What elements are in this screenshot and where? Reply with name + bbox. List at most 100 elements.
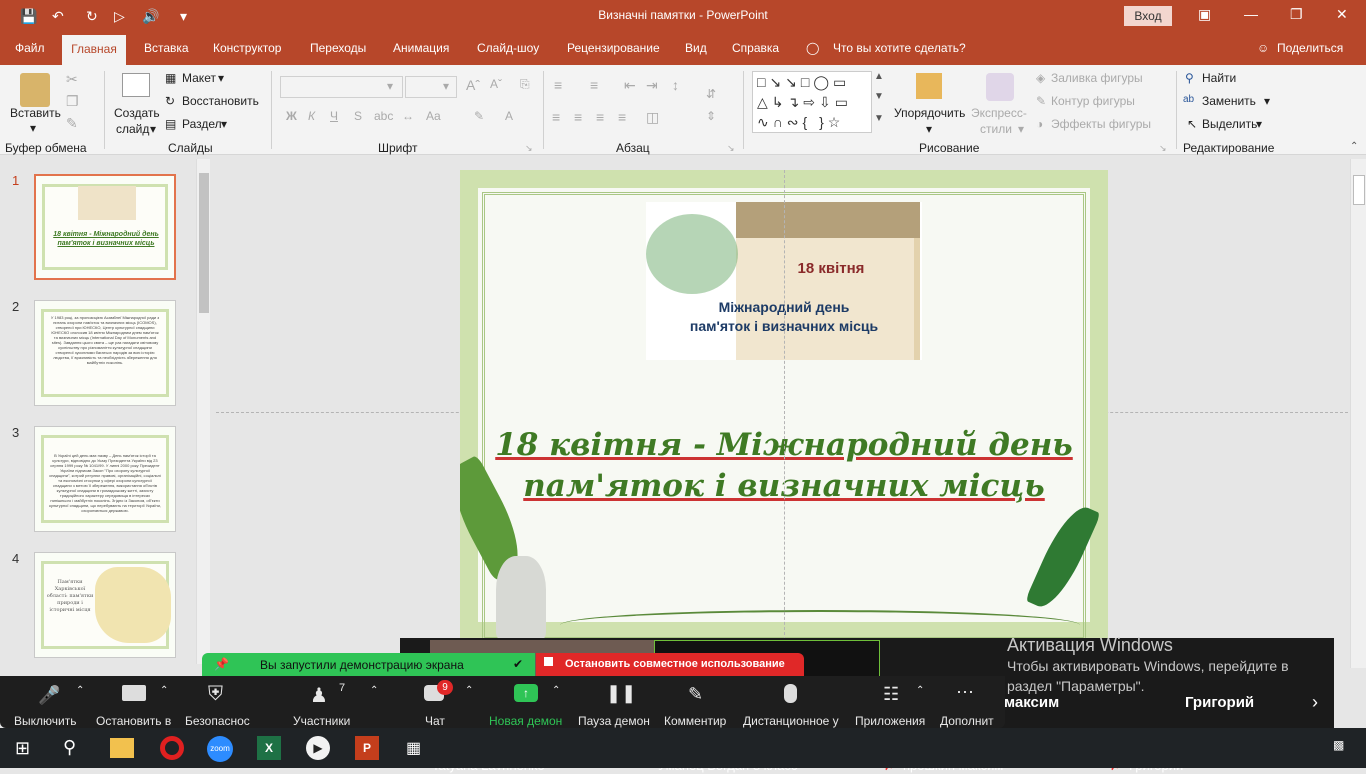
chat-options-icon[interactable]: ⌃ [465, 685, 473, 696]
change-case-button[interactable]: Aa [426, 109, 441, 123]
paragraph-dialog-launcher-icon[interactable]: ↘ [727, 143, 735, 154]
bold-button[interactable]: Ж [286, 109, 297, 123]
apps-button[interactable]: Приложения [855, 714, 925, 728]
new-slide-icon[interactable] [122, 73, 150, 97]
file-explorer-icon[interactable] [110, 738, 134, 758]
new-share-button[interactable]: Новая демон [489, 714, 562, 728]
underline-button[interactable]: Ч [330, 109, 338, 123]
shape-fill-button[interactable]: Заливка фигуры [1051, 71, 1143, 85]
gallery-down-icon[interactable]: ▼ [874, 91, 884, 102]
highlight-icon[interactable]: ✎ [474, 109, 484, 123]
tab-design[interactable]: Конструктор [213, 41, 281, 55]
shadow-button[interactable]: S [354, 109, 362, 123]
font-name-dropdown-icon[interactable]: ▾ [387, 79, 393, 93]
stop-video-button[interactable]: Остановить в [96, 714, 171, 728]
minimize-icon[interactable]: — [1244, 6, 1258, 22]
slide-thumbnail[interactable]: 18 квітня - Міжнародний день пам'яток і … [34, 174, 176, 280]
opera-icon[interactable] [160, 736, 184, 760]
camera-icon[interactable] [122, 685, 146, 701]
select-dropdown-icon[interactable]: ▾ [1256, 117, 1262, 131]
arrange-dropdown-icon[interactable]: ▾ [926, 122, 932, 136]
clear-format-icon[interactable]: ⎘ [520, 77, 530, 92]
tab-home[interactable]: Главная [62, 35, 126, 65]
close-icon[interactable]: ✕ [1336, 6, 1348, 23]
section-button[interactable]: Раздел [182, 117, 222, 131]
zoom-app-icon[interactable]: zoom [207, 736, 233, 762]
excel-icon[interactable]: X [257, 736, 281, 760]
shapes-gallery[interactable]: □↘↘□◯▭ △↳↴⇨⇩▭ ∿∩∾{ }☆ [752, 71, 872, 133]
mouse-icon[interactable] [784, 684, 797, 703]
tab-file[interactable]: Файл [15, 41, 45, 55]
tab-help[interactable]: Справка [732, 41, 779, 55]
more-icon[interactable]: ⋯ [956, 682, 974, 703]
increase-indent-icon[interactable]: ⇥ [646, 77, 658, 94]
quick-styles-button[interactable]: Экспресс- [971, 106, 1027, 120]
bullets-icon[interactable]: ≡ [554, 77, 562, 93]
participants-icon[interactable]: ♟ [310, 683, 328, 708]
align-right-icon[interactable]: ≡ [596, 109, 604, 125]
stop-share-button[interactable]: Остановить совместное использование [536, 653, 804, 676]
pause-share-button[interactable]: Пауза демон [578, 714, 650, 728]
drawing-dialog-launcher-icon[interactable]: ↘ [1159, 143, 1167, 154]
tab-insert[interactable]: Вставка [144, 41, 189, 55]
collapse-ribbon-icon[interactable]: ⌃ [1350, 141, 1358, 152]
find-button[interactable]: Найти [1202, 71, 1236, 85]
arrange-icon[interactable] [916, 73, 942, 99]
font-dialog-launcher-icon[interactable]: ↘ [525, 143, 533, 154]
decrease-indent-icon[interactable]: ⇤ [624, 77, 636, 94]
tab-slideshow[interactable]: Слайд-шоу [477, 41, 539, 55]
tab-view[interactable]: Вид [685, 41, 707, 55]
microphone-icon[interactable]: 🎤 [38, 685, 60, 706]
align-center-icon[interactable]: ≡ [574, 109, 582, 125]
copy-icon[interactable]: ❐ [66, 93, 79, 110]
participants-button[interactable]: Участники [293, 714, 350, 728]
text-direction-icon[interactable]: ⇵ [706, 87, 716, 101]
share-button[interactable]: Поделиться [1277, 41, 1343, 55]
chat-button[interactable]: Чат [425, 714, 445, 728]
pin-icon[interactable]: 📌 [214, 657, 229, 671]
gallery-more-icon[interactable]: ▼ [874, 113, 884, 124]
align-left-icon[interactable]: ≡ [552, 109, 560, 125]
tab-transitions[interactable]: Переходы [310, 41, 366, 55]
quick-styles-icon[interactable] [986, 73, 1014, 101]
participants-options-icon[interactable]: ⌃ [370, 685, 378, 696]
gallery-up-icon[interactable]: ▲ [874, 71, 884, 82]
scroll-thumb[interactable] [199, 173, 209, 313]
share-options-icon[interactable]: ⌃ [552, 685, 560, 696]
pause-icon[interactable]: ❚❚ [606, 683, 636, 704]
thumbnails-scrollbar[interactable] [196, 159, 210, 664]
format-painter-icon[interactable]: ✎ [66, 115, 78, 132]
decrease-font-icon[interactable]: Aˇ [490, 77, 502, 91]
gallery-view-icon[interactable]: ▦ [406, 738, 421, 758]
font-size-dropdown-icon[interactable]: ▾ [443, 79, 449, 93]
search-icon[interactable]: ⚲ [63, 737, 76, 758]
tell-me-box[interactable]: Что вы хотите сделать? [833, 41, 966, 55]
font-name-box[interactable] [280, 76, 403, 98]
select-button[interactable]: Выделить [1202, 117, 1257, 131]
restore-icon[interactable]: ❐ [1290, 6, 1303, 23]
video-options-icon[interactable]: ⌃ [160, 685, 168, 696]
canvas-scrollbar[interactable] [1350, 159, 1366, 668]
slide-thumbnail[interactable]: У 1983 році, за пропозицією Асамблеї Між… [34, 300, 176, 406]
media-player-icon[interactable]: ▶ [306, 736, 330, 760]
remote-control-button[interactable]: Дистанционное у [743, 714, 839, 728]
layout-dropdown-icon[interactable]: ▾ [218, 71, 224, 85]
security-button[interactable]: Безопаснос [185, 714, 250, 728]
share-screen-icon[interactable]: ↑ [514, 684, 538, 702]
signin-button[interactable]: Вход [1124, 6, 1172, 26]
apps-options-icon[interactable]: ⌃ [916, 685, 924, 696]
new-slide-button[interactable]: Создать [114, 106, 160, 120]
scroll-thumb[interactable] [1353, 175, 1365, 205]
slide-thumbnail[interactable]: В Україні цей день має назву – День пам'… [34, 426, 176, 532]
mute-button[interactable]: Выключить [14, 714, 76, 728]
paste-dropdown-icon[interactable]: ▾ [30, 121, 36, 135]
paste-icon[interactable] [20, 73, 50, 107]
shape-effects-button[interactable]: Эффекты фигуры [1051, 117, 1151, 131]
numbering-icon[interactable]: ≡ [590, 77, 598, 93]
mute-options-icon[interactable]: ⌃ [76, 685, 84, 696]
layout-button[interactable]: Макет [182, 71, 216, 85]
windows-start-icon[interactable]: ⊞ [15, 738, 30, 759]
columns-icon[interactable]: ◫ [646, 109, 659, 126]
current-slide[interactable]: 18 квітня Міжнародний день пам'яток і ви… [460, 170, 1108, 640]
reset-button[interactable]: Восстановить [182, 94, 259, 108]
